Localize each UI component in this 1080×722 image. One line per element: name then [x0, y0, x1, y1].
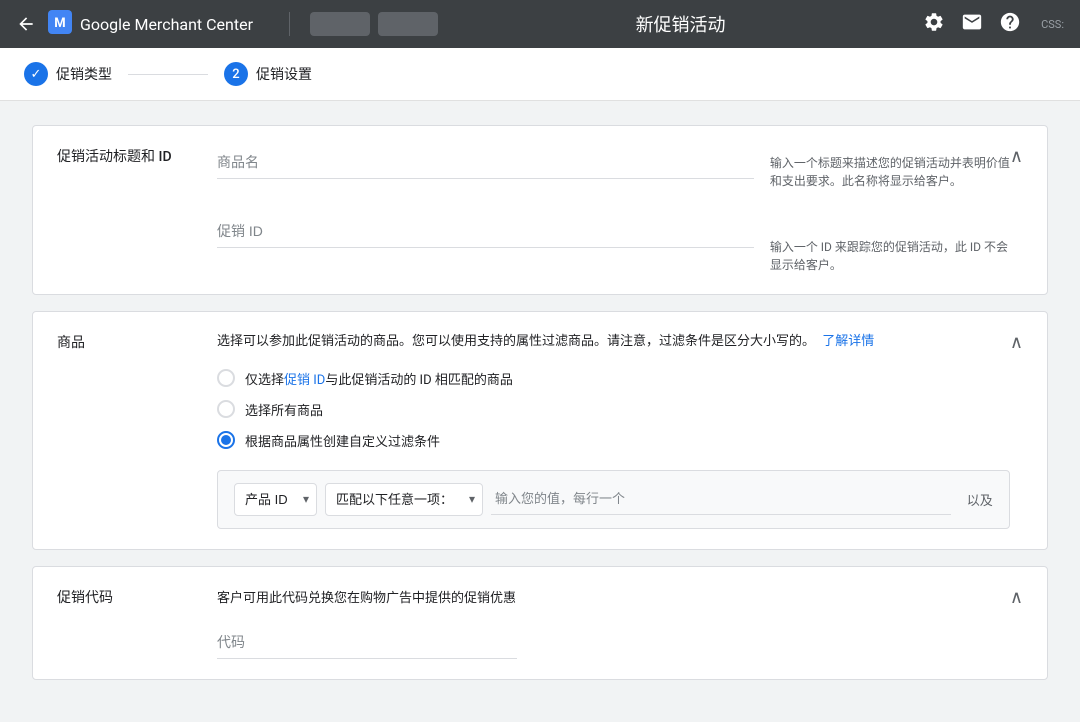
step-1: 促销类型 — [24, 62, 112, 86]
mail-icon[interactable] — [961, 11, 983, 38]
product-name-group — [217, 146, 754, 179]
main-content: 促销活动标题和 ID 输入一个标题来描述您的促销活动并表明价值和支出要求。此名称… — [0, 101, 1080, 720]
nav-divider — [289, 12, 290, 36]
promo-code-section: 促销代码 客户可用此代码兑换您在购物广告中提供的促销优惠 ∧ — [32, 566, 1048, 680]
goods-header: 商品 选择可以参加此促销活动的商品。您可以使用支持的属性过滤商品。请注意，过滤条… — [33, 312, 1047, 549]
collapse-button-title[interactable]: ∧ — [1010, 146, 1023, 167]
step-1-label: 促销类型 — [56, 64, 112, 84]
account-pill-1 — [310, 12, 370, 36]
app-name: Google Merchant Center — [80, 15, 253, 34]
radio-option-1[interactable]: 仅选择促销 ID与此促销活动的 ID 相匹配的商品 — [217, 369, 1010, 388]
promo-id-input[interactable] — [217, 215, 754, 248]
filter-row: 产品 ID 匹配以下任意一项： 以及 — [217, 470, 1010, 529]
radio-option-2[interactable]: 选择所有商品 — [217, 400, 1010, 419]
help-icon[interactable] — [999, 11, 1021, 38]
account-pill-2 — [378, 12, 438, 36]
match-select-wrapper: 匹配以下任意一项： — [325, 483, 483, 516]
filter-and-label: 以及 — [967, 490, 993, 509]
collapse-button-promo[interactable]: ∧ — [1010, 587, 1023, 608]
promotion-title-section: 促销活动标题和 ID 输入一个标题来描述您的促销活动并表明价值和支出要求。此名称… — [32, 125, 1048, 295]
step-2-label: 促销设置 — [256, 64, 312, 84]
promo-code-header: 促销代码 客户可用此代码兑换您在购物广告中提供的促销优惠 ∧ — [33, 567, 1047, 679]
radio-label-2: 选择所有商品 — [245, 400, 323, 419]
radio-circle-2 — [217, 400, 235, 418]
nav-icons: CSS: — [923, 11, 1064, 38]
goods-label: 商品 — [57, 332, 217, 352]
promotion-title-label: 促销活动标题和 ID — [57, 146, 217, 166]
hint-2: 输入一个 ID 来跟踪您的促销活动，此 ID 不会显示给客户。 — [770, 238, 1010, 274]
radio-circle-1 — [217, 369, 235, 387]
promo-code-description: 客户可用此代码兑换您在购物广告中提供的促销优惠 — [217, 587, 1010, 606]
radio-label-3: 根据商品属性创建自定义过滤条件 — [245, 431, 440, 450]
goods-desc-text: 选择可以参加此促销活动的商品。您可以使用支持的属性过滤商品。请注意，过滤条件是区… — [217, 334, 815, 349]
product-id-select-wrapper: 产品 ID — [234, 483, 317, 516]
step-2-circle: 2 — [224, 62, 248, 86]
css-label: CSS: — [1041, 18, 1064, 31]
title-hints: 输入一个标题来描述您的促销活动并表明价值和支出要求。此名称将显示给客户。 输入一… — [770, 146, 1010, 274]
radio-circle-3 — [217, 431, 235, 449]
step-2: 2 促销设置 — [224, 62, 312, 86]
promo-code-content: 客户可用此代码兑换您在购物广告中提供的促销优惠 — [217, 587, 1010, 659]
stepper: 促销类型 2 促销设置 — [0, 48, 1080, 101]
step-1-circle — [24, 62, 48, 86]
promo-id-group — [217, 215, 754, 248]
svg-text:M: M — [54, 16, 65, 31]
product-name-input[interactable] — [217, 146, 754, 179]
filter-value-input[interactable] — [491, 483, 951, 515]
top-navigation: M Google Merchant Center 新促销活动 CSS: — [0, 0, 1080, 48]
account-pills — [310, 12, 438, 36]
goods-radio-group: 仅选择促销 ID与此促销活动的 ID 相匹配的商品 选择所有商品 根据商品属性创… — [217, 369, 1010, 450]
radio-option-3[interactable]: 根据商品属性创建自定义过滤条件 — [217, 431, 1010, 450]
google-logo-icon: M — [48, 10, 72, 38]
settings-icon[interactable] — [923, 11, 945, 38]
goods-description: 选择可以参加此促销活动的商品。您可以使用支持的属性过滤商品。请注意，过滤条件是区… — [217, 332, 1010, 353]
step-connector — [128, 74, 208, 75]
match-select[interactable]: 匹配以下任意一项： — [325, 483, 483, 516]
title-fields: 输入一个标题来描述您的促销活动并表明价值和支出要求。此名称将显示给客户。 输入一… — [217, 146, 1010, 274]
product-id-select[interactable]: 产品 ID — [234, 483, 317, 516]
title-fields-main — [217, 146, 754, 268]
radio-label-1: 仅选择促销 ID与此促销活动的 ID 相匹配的商品 — [245, 369, 513, 388]
promo-code-label: 促销代码 — [57, 587, 217, 607]
page-title: 新促销活动 — [446, 11, 915, 37]
promotion-title-header: 促销活动标题和 ID 输入一个标题来描述您的促销活动并表明价值和支出要求。此名称… — [33, 126, 1047, 294]
collapse-button-goods[interactable]: ∧ — [1010, 332, 1023, 353]
hint-1: 输入一个标题来描述您的促销活动并表明价值和支出要求。此名称将显示给客户。 — [770, 154, 1010, 190]
promo-code-input[interactable] — [217, 626, 517, 659]
goods-content: 选择可以参加此促销活动的商品。您可以使用支持的属性过滤商品。请注意，过滤条件是区… — [217, 332, 1010, 529]
goods-learn-more-link[interactable]: 了解详情 — [822, 334, 874, 349]
goods-section: 商品 选择可以参加此促销活动的商品。您可以使用支持的属性过滤商品。请注意，过滤条… — [32, 311, 1048, 550]
back-button[interactable] — [16, 14, 36, 34]
